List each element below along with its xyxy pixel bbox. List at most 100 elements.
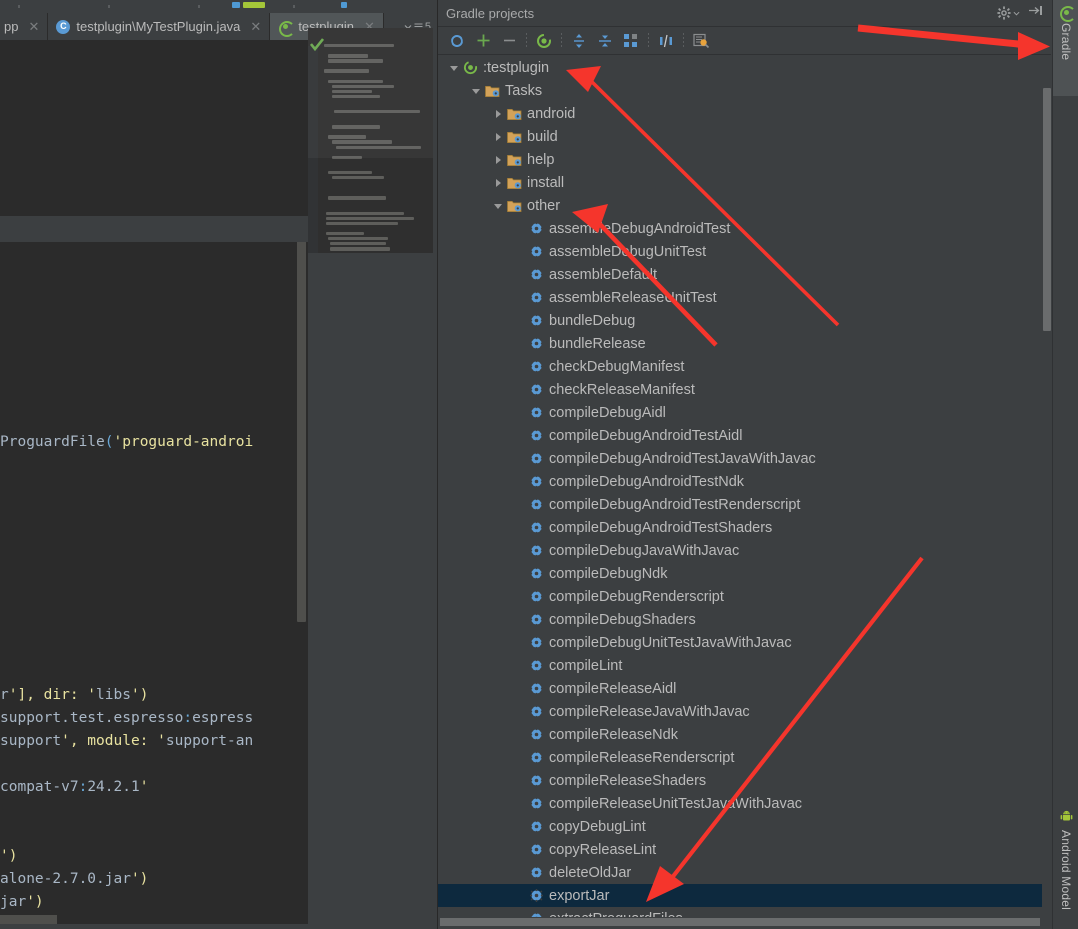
tree-vertical-scrollbar-thumb[interactable] <box>1043 88 1051 331</box>
gradle-settings-icon[interactable] <box>688 29 714 53</box>
code-preview-minimap[interactable] <box>308 28 437 253</box>
tree-row[interactable]: bundleDebug <box>438 309 1051 332</box>
top-toolbar-strip <box>0 0 437 13</box>
tool-tab-gradle[interactable]: Gradle <box>1053 0 1078 96</box>
tree-row[interactable]: compileDebugShaders <box>438 608 1051 631</box>
editor-horizontal-scrollbar-thumb[interactable] <box>0 915 57 924</box>
gear-task-icon <box>528 590 545 603</box>
chevron-down-icon[interactable] <box>490 201 506 211</box>
tree-row[interactable]: compileDebugAndroidTestNdk <box>438 470 1051 493</box>
tree-row-label: copyDebugLint <box>549 819 646 835</box>
tree-row[interactable]: compileDebugJavaWithJavac <box>438 539 1051 562</box>
minus-icon[interactable] <box>496 29 522 53</box>
chevron-right-icon[interactable] <box>490 178 506 188</box>
chevron-down-icon[interactable] <box>468 86 484 96</box>
tree-row-label: bundleRelease <box>549 336 646 352</box>
code-line <box>0 822 253 845</box>
code-editor[interactable]: ndroid.support.test.runner.An ProguardFi… <box>0 40 295 915</box>
tree-row[interactable]: install <box>438 171 1051 194</box>
tree-row-label: compileLint <box>549 658 622 674</box>
tree-row[interactable]: copyDebugLint <box>438 815 1051 838</box>
minimap-viewport[interactable] <box>308 28 437 158</box>
tree-row[interactable]: assembleDebugAndroidTest <box>438 217 1051 240</box>
tree-row[interactable]: compileReleaseUnitTestJavaWithJavac <box>438 792 1051 815</box>
chevron-down-icon <box>1013 10 1020 17</box>
tree-row[interactable]: compileDebugAndroidTestJavaWithJavac <box>438 447 1051 470</box>
tree-row[interactable]: bundleRelease <box>438 332 1051 355</box>
tree-row-selected[interactable]: exportJar <box>438 884 1051 907</box>
tree-row[interactable]: extractProguardFiles <box>438 907 1051 917</box>
tree-row[interactable]: compileDebugNdk <box>438 562 1051 585</box>
toggle-offline-icon[interactable] <box>653 29 679 53</box>
tree-row[interactable]: compileReleaseAidl <box>438 677 1051 700</box>
tree-row[interactable]: compileDebugRenderscript <box>438 585 1051 608</box>
tree-row[interactable]: compileReleaseRenderscript <box>438 746 1051 769</box>
gradle-project-icon <box>462 60 479 75</box>
chevron-right-icon[interactable] <box>490 132 506 142</box>
code-line <box>0 63 253 86</box>
tree-row[interactable]: :testplugin <box>438 56 1051 79</box>
close-icon[interactable]: ✕ <box>28 19 39 35</box>
tree-row[interactable]: compileDebugAndroidTestRenderscript <box>438 493 1051 516</box>
android-icon <box>1060 810 1073 826</box>
tree-row[interactable]: deleteOldJar <box>438 861 1051 884</box>
code-line <box>0 270 253 293</box>
code-line <box>0 339 253 362</box>
tree-row[interactable]: other <box>438 194 1051 217</box>
editor-tab-label: testplugin\MyTestPlugin.java <box>76 19 240 34</box>
gear-task-icon <box>528 613 545 626</box>
tool-tab-android-model[interactable]: Android Model <box>1053 805 1078 915</box>
code-line: r'], dir: 'libs') <box>0 684 253 707</box>
gear-task-icon <box>528 360 545 373</box>
tree-row[interactable]: compileDebugAndroidTestAidl <box>438 424 1051 447</box>
tree-row[interactable]: android <box>438 102 1051 125</box>
chevron-right-icon[interactable] <box>490 109 506 119</box>
toolbar-separator <box>683 33 684 49</box>
expand-all-icon[interactable] <box>566 29 592 53</box>
chevron-down-icon[interactable] <box>446 63 462 73</box>
gradle-toolbar <box>438 27 1051 55</box>
tree-row[interactable]: compileDebugAndroidTestShaders <box>438 516 1051 539</box>
tree-row-label: checkDebugManifest <box>549 359 684 375</box>
hide-panel-icon[interactable] <box>1028 4 1043 22</box>
gear-task-icon <box>528 636 545 649</box>
tree-row[interactable]: assembleReleaseUnitTest <box>438 286 1051 309</box>
tree-row-label: compileDebugNdk <box>549 566 667 582</box>
close-icon[interactable]: ✕ <box>250 19 261 35</box>
tree-row-label: compileDebugRenderscript <box>549 589 724 605</box>
tree-row[interactable]: compileDebugAidl <box>438 401 1051 424</box>
tree-row[interactable]: build <box>438 125 1051 148</box>
editor-tab-1[interactable]: C testplugin\MyTestPlugin.java ✕ <box>48 13 270 40</box>
run-gradle-task-icon[interactable] <box>531 29 557 53</box>
tree-row[interactable]: Tasks <box>438 79 1051 102</box>
editor-vertical-scrollbar-thumb[interactable] <box>297 232 306 622</box>
tree-row[interactable]: assembleDefault <box>438 263 1051 286</box>
tree-row[interactable]: checkDebugManifest <box>438 355 1051 378</box>
tree-row[interactable]: checkReleaseManifest <box>438 378 1051 401</box>
show-modules-icon[interactable] <box>618 29 644 53</box>
code-line <box>0 385 253 408</box>
gear-task-icon <box>528 797 545 810</box>
editor-tab-0[interactable]: pp ✕ <box>0 13 48 40</box>
tree-row[interactable]: compileReleaseNdk <box>438 723 1051 746</box>
tree-row[interactable]: compileDebugUnitTestJavaWithJavac <box>438 631 1051 654</box>
gear-task-icon <box>528 751 545 764</box>
code-line <box>0 638 253 661</box>
tree-row[interactable]: compileLint <box>438 654 1051 677</box>
tree-row-label: assembleDefault <box>549 267 657 283</box>
settings-gear-icon[interactable] <box>997 6 1020 20</box>
refresh-icon[interactable] <box>444 29 470 53</box>
chevron-right-icon[interactable] <box>490 155 506 165</box>
gradle-task-tree[interactable]: :testpluginTasksandroidbuildhelpinstallo… <box>438 56 1051 917</box>
code-line <box>0 362 253 385</box>
tree-horizontal-scrollbar-thumb[interactable] <box>440 918 1040 926</box>
gear-task-icon <box>528 889 545 902</box>
collapse-all-icon[interactable] <box>592 29 618 53</box>
tree-row[interactable]: help <box>438 148 1051 171</box>
gear-task-icon <box>528 314 545 327</box>
tree-row[interactable]: assembleDebugUnitTest <box>438 240 1051 263</box>
plus-icon[interactable] <box>470 29 496 53</box>
tree-row[interactable]: compileReleaseShaders <box>438 769 1051 792</box>
tree-row[interactable]: copyReleaseLint <box>438 838 1051 861</box>
tree-row[interactable]: compileReleaseJavaWithJavac <box>438 700 1051 723</box>
